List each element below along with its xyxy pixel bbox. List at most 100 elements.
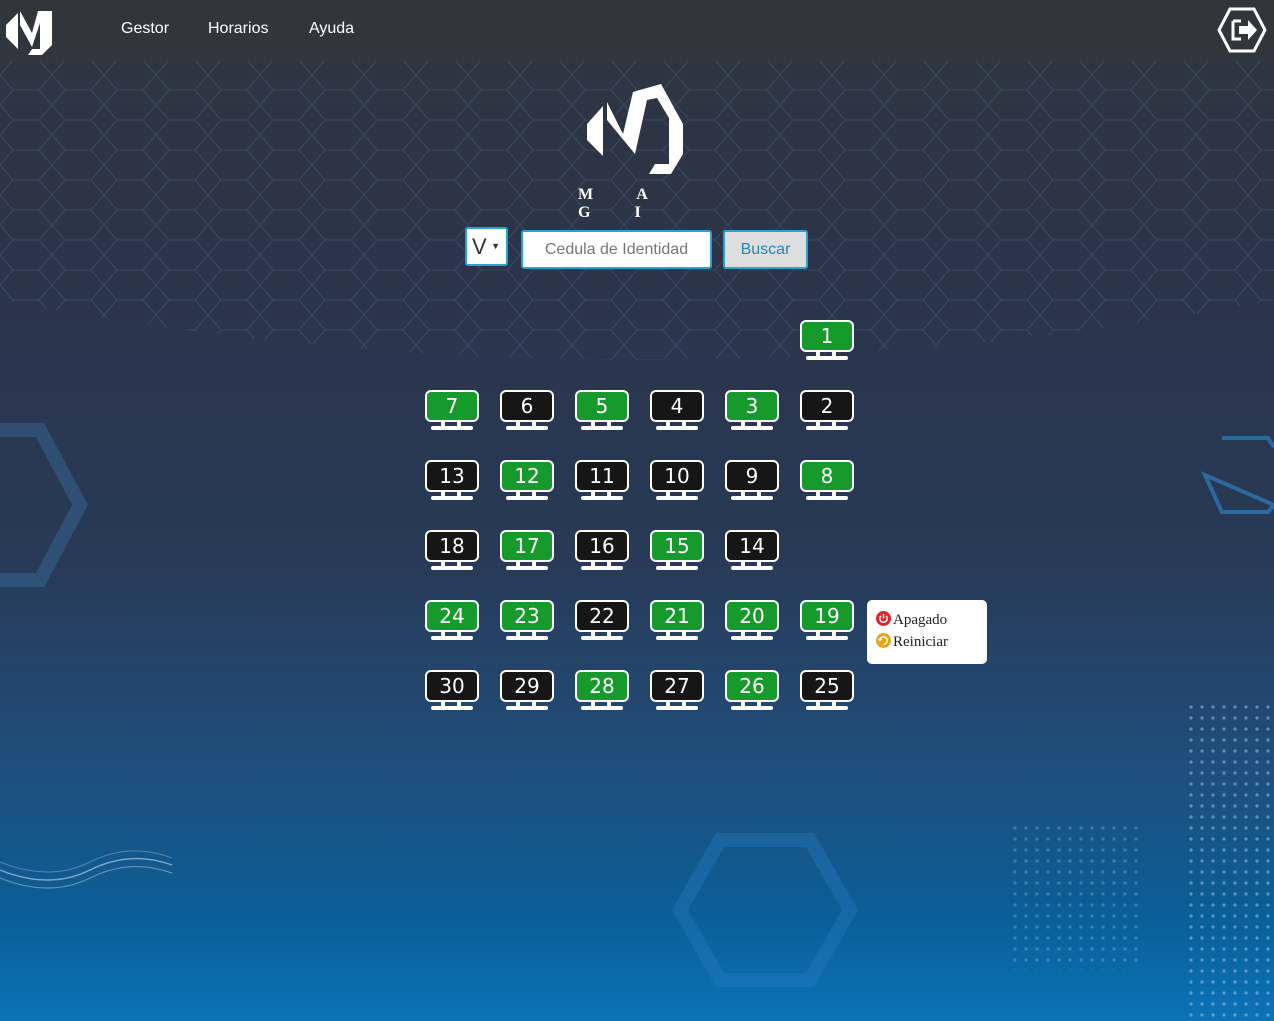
monitor-base: [731, 706, 773, 710]
monitor-base: [431, 636, 473, 640]
computer-screen-label: 24: [425, 600, 479, 632]
computer-screen-label: 16: [575, 530, 629, 562]
monitor-base: [806, 706, 848, 710]
computer-screen-label: 2: [800, 390, 854, 422]
monitor-base: [731, 496, 773, 500]
monitor-base: [656, 636, 698, 640]
computer-10[interactable]: 10: [650, 460, 704, 502]
computer-screen-label: 9: [725, 460, 779, 492]
computer-22[interactable]: 22: [575, 600, 629, 642]
computer-screen-label: 20: [725, 600, 779, 632]
computer-screen-label: 29: [500, 670, 554, 702]
search-button[interactable]: Buscar: [723, 230, 808, 269]
computer-12[interactable]: 12: [500, 460, 554, 502]
monitor-base: [506, 706, 548, 710]
computer-8[interactable]: 8: [800, 460, 854, 502]
monitor-base: [431, 706, 473, 710]
computer-21[interactable]: 21: [650, 600, 704, 642]
logout-icon[interactable]: [1217, 7, 1267, 53]
computer-16[interactable]: 16: [575, 530, 629, 572]
monitor-base: [431, 496, 473, 500]
computer-screen-label: 11: [575, 460, 629, 492]
nav-link-gestor[interactable]: Gestor: [121, 20, 169, 38]
computer-screen-label: 19: [800, 600, 854, 632]
computer-27[interactable]: 27: [650, 670, 704, 712]
computer-screen-label: 30: [425, 670, 479, 702]
monitor-base: [731, 426, 773, 430]
computer-screen-label: 5: [575, 390, 629, 422]
computer-6[interactable]: 6: [500, 390, 554, 432]
computer-17[interactable]: 17: [500, 530, 554, 572]
magi-main-logo: [587, 84, 683, 174]
computer-26[interactable]: 26: [725, 670, 779, 712]
computer-screen-label: 15: [650, 530, 704, 562]
computer-23[interactable]: 23: [500, 600, 554, 642]
monitor-base: [581, 636, 623, 640]
monitor-base: [506, 636, 548, 640]
monitor-base: [506, 566, 548, 570]
computer-screen-label: 13: [425, 460, 479, 492]
computer-24[interactable]: 24: [425, 600, 479, 642]
monitor-base: [581, 706, 623, 710]
computer-4[interactable]: 4: [650, 390, 704, 432]
computer-3[interactable]: 3: [725, 390, 779, 432]
monitor-base: [581, 426, 623, 430]
status-legend: Apagado Reiniciar: [867, 600, 987, 664]
computer-screen-label: 18: [425, 530, 479, 562]
computer-5[interactable]: 5: [575, 390, 629, 432]
legend-item-reiniciar[interactable]: Reiniciar: [876, 633, 948, 651]
cedula-input[interactable]: [521, 230, 712, 269]
legend-item-apagado[interactable]: Apagado: [876, 611, 947, 629]
computer-11[interactable]: 11: [575, 460, 629, 502]
monitor-base: [731, 636, 773, 640]
monitor-base: [656, 706, 698, 710]
monitor-base: [806, 636, 848, 640]
monitor-base: [731, 566, 773, 570]
computer-screen-label: 8: [800, 460, 854, 492]
document-type-select[interactable]: V ▼: [465, 227, 508, 266]
computer-screen-label: 23: [500, 600, 554, 632]
computer-18[interactable]: 18: [425, 530, 479, 572]
power-icon: [876, 611, 891, 626]
computer-screen-label: 3: [725, 390, 779, 422]
monitor-base: [806, 496, 848, 500]
computer-28[interactable]: 28: [575, 670, 629, 712]
computer-13[interactable]: 13: [425, 460, 479, 502]
nav-link-ayuda[interactable]: Ayuda: [309, 20, 354, 38]
legend-label-reiniciar: Reiniciar: [893, 634, 948, 650]
magi-logo-text: M A G I: [578, 186, 667, 221]
monitor-base: [806, 426, 848, 430]
nav-link-horarios[interactable]: Horarios: [208, 20, 268, 38]
computer-14[interactable]: 14: [725, 530, 779, 572]
computer-7[interactable]: 7: [425, 390, 479, 432]
computer-screen-label: 21: [650, 600, 704, 632]
legend-label-apagado: Apagado: [893, 612, 948, 628]
computer-9[interactable]: 9: [725, 460, 779, 502]
computer-screen-label: 22: [575, 600, 629, 632]
computer-30[interactable]: 30: [425, 670, 479, 712]
computer-25[interactable]: 25: [800, 670, 854, 712]
top-navbar: Gestor Horarios Ayuda: [0, 0, 1274, 61]
computer-screen-label: 26: [725, 670, 779, 702]
magi-logo-icon[interactable]: [2, 3, 56, 57]
restart-icon: [876, 633, 891, 648]
computer-screen-label: 14: [725, 530, 779, 562]
computer-screen-label: 1: [800, 320, 854, 352]
monitor-base: [656, 496, 698, 500]
computer-screen-label: 7: [425, 390, 479, 422]
computer-20[interactable]: 20: [725, 600, 779, 642]
computer-15[interactable]: 15: [650, 530, 704, 572]
monitor-base: [581, 496, 623, 500]
monitor-base: [506, 496, 548, 500]
computer-screen-label: 4: [650, 390, 704, 422]
computer-1[interactable]: 1: [800, 320, 854, 362]
computer-screen-label: 17: [500, 530, 554, 562]
dropdown-arrow-icon: ▼: [491, 241, 500, 251]
computer-screen-label: 12: [500, 460, 554, 492]
computer-19[interactable]: 19: [800, 600, 854, 642]
computer-29[interactable]: 29: [500, 670, 554, 712]
computer-2[interactable]: 2: [800, 390, 854, 432]
computer-screen-label: 27: [650, 670, 704, 702]
computer-screen-label: 10: [650, 460, 704, 492]
document-type-value: V: [472, 234, 487, 259]
